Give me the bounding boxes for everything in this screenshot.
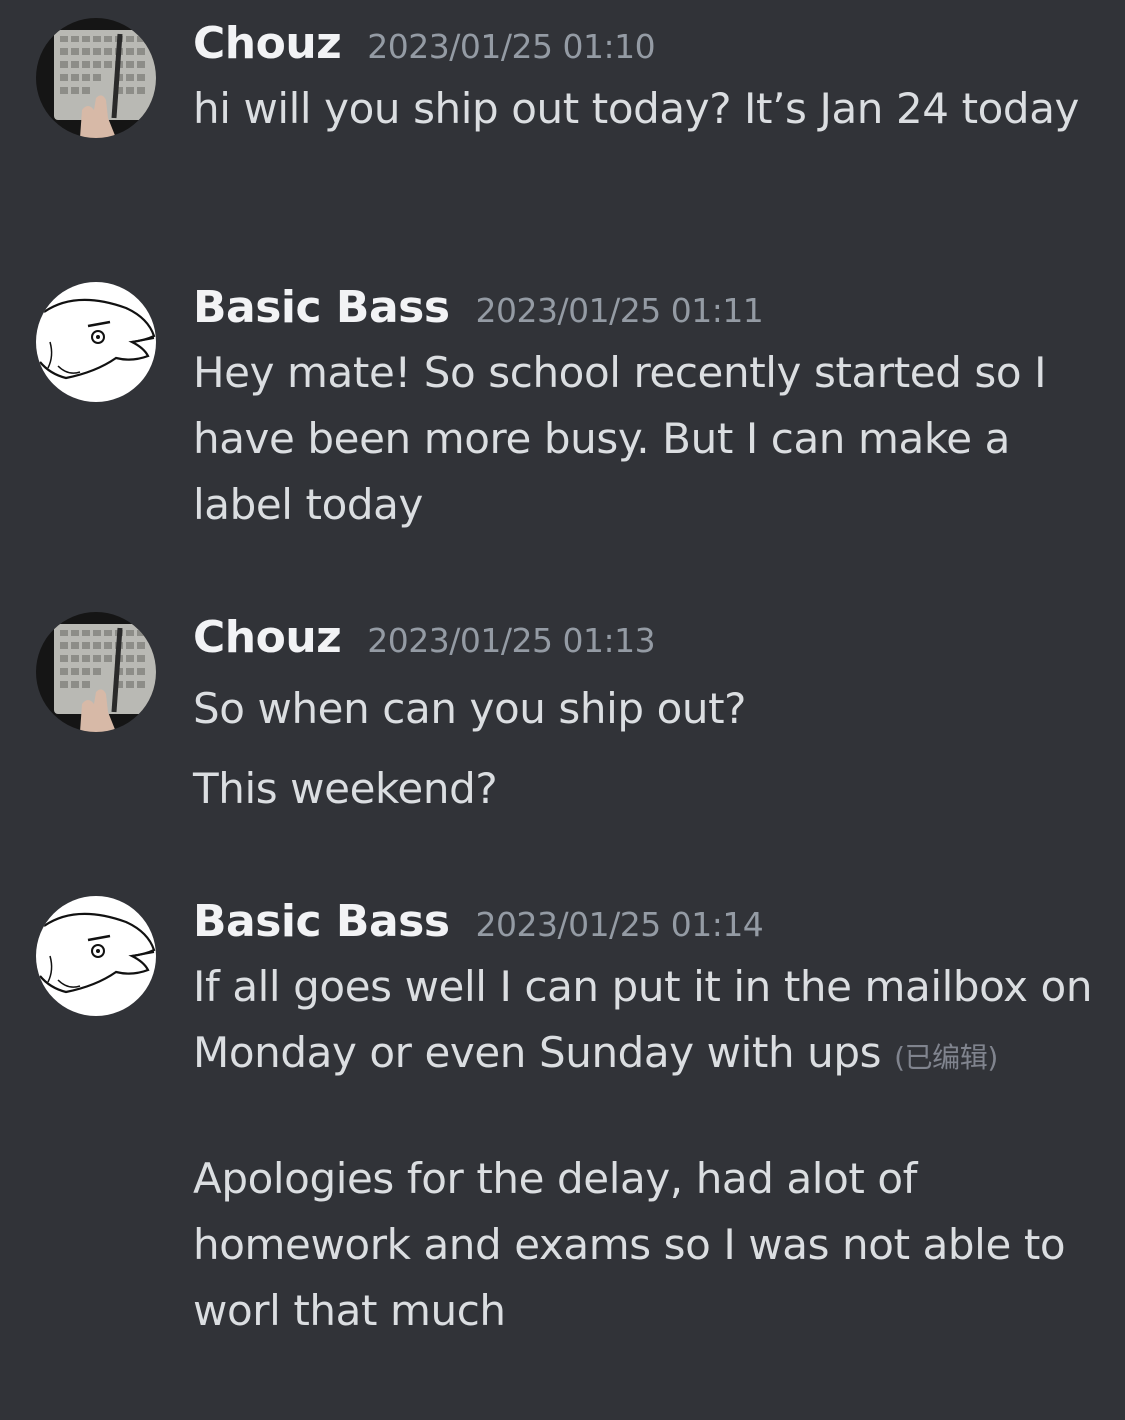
username[interactable]: Basic Bass — [193, 282, 450, 333]
timestamp: 2023/01/25 01:13 — [367, 621, 656, 660]
username[interactable]: Chouz — [193, 612, 342, 663]
fish-drawing-avatar[interactable] — [36, 896, 156, 1016]
timestamp: 2023/01/25 01:14 — [475, 905, 764, 944]
message-text: Hey mate! So school recently started so … — [193, 348, 1047, 529]
message-text: So when can you ship out? — [193, 684, 747, 733]
message-header: Chouz 2023/01/25 01:13 — [193, 612, 656, 672]
message-text: This weekend? — [193, 764, 498, 813]
fish-drawing-avatar[interactable] — [36, 282, 156, 402]
message-header: Basic Bass 2023/01/25 01:14 — [193, 896, 764, 956]
message-text: hi will you ship out today? It’s Jan 24 … — [193, 84, 1079, 133]
message-header: Basic Bass 2023/01/25 01:11 — [193, 282, 764, 342]
keyboard-photo-avatar[interactable] — [36, 18, 156, 138]
username[interactable]: Chouz — [193, 18, 342, 69]
message-text: Apologies for the delay, had alot of hom… — [193, 1154, 1066, 1335]
message-text: If all goes well I can put it in the mai… — [193, 954, 1093, 1086]
edited-label: (已编辑) — [894, 1041, 998, 1074]
timestamp: 2023/01/25 01:10 — [367, 27, 656, 66]
timestamp: 2023/01/25 01:11 — [475, 291, 764, 330]
keyboard-photo-avatar[interactable] — [36, 612, 156, 732]
username[interactable]: Basic Bass — [193, 896, 450, 947]
message-header: Chouz 2023/01/25 01:10 — [193, 18, 656, 78]
